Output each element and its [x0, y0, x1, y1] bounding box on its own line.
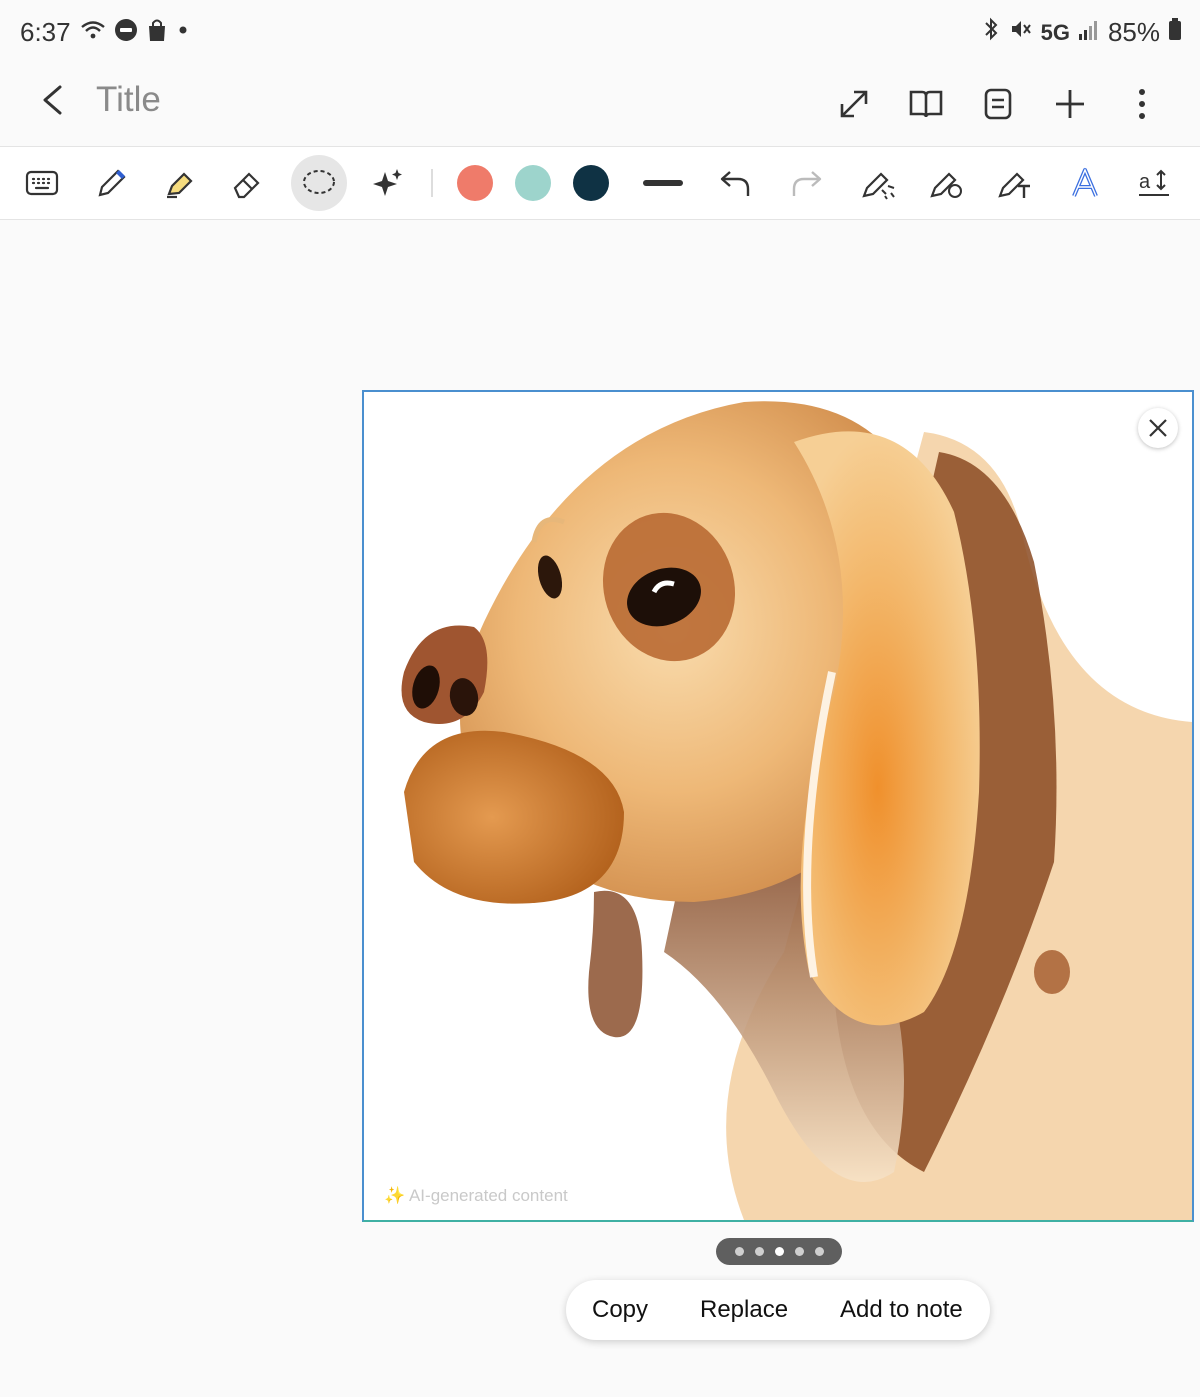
add-to-note-button[interactable]: Add to note [840, 1296, 963, 1324]
ai-sparkle-icon [373, 169, 402, 196]
wifi-icon [80, 19, 106, 46]
shape-pen-button[interactable] [851, 155, 907, 211]
highlighter-tool[interactable] [152, 155, 208, 211]
ai-watermark: ✨ AI-generated content [384, 1186, 568, 1206]
ai-sparkle-small-icon: ✨ [384, 1186, 406, 1205]
pager-dot[interactable] [754, 1247, 764, 1256]
pen-toolbar: a [0, 146, 1200, 220]
network-type: 5G [1040, 19, 1070, 45]
dot-icon [176, 23, 190, 42]
highlighter-icon [167, 172, 193, 199]
ai-assist-tool[interactable] [360, 155, 416, 211]
mute-icon [1009, 17, 1033, 48]
copy-button[interactable]: Copy [592, 1296, 648, 1324]
lasso-tool[interactable] [291, 155, 347, 211]
more-options-button[interactable] [1114, 76, 1170, 132]
keyboard-button[interactable] [14, 155, 70, 211]
pager-dot[interactable] [794, 1247, 804, 1256]
font-style-button[interactable] [1057, 155, 1113, 211]
text-pen-button[interactable] [987, 155, 1043, 211]
shape-pen-icon [862, 172, 895, 200]
eraser-icon [233, 172, 260, 199]
text-size-button[interactable]: a [1126, 155, 1182, 211]
back-arrow-icon [43, 85, 62, 115]
lasso-icon [303, 170, 335, 194]
redo-icon [792, 171, 822, 196]
color-swatch-navy[interactable] [573, 165, 609, 201]
back-button[interactable] [30, 80, 76, 126]
expand-button[interactable] [826, 76, 882, 132]
undo-button[interactable] [707, 155, 763, 211]
wear-icon [114, 18, 138, 47]
book-view-button[interactable] [898, 76, 954, 132]
line-width-icon [643, 180, 683, 186]
image-pager[interactable] [716, 1238, 842, 1265]
battery-percent: 85% [1107, 17, 1160, 47]
bluetooth-icon [981, 17, 1001, 48]
close-image-button[interactable] [1138, 408, 1178, 448]
text-size-icon: a [1139, 169, 1169, 196]
undo-icon [720, 171, 750, 196]
pager-dot-active[interactable] [774, 1247, 784, 1256]
add-button[interactable] [1042, 76, 1098, 132]
text-pen-icon [998, 172, 1030, 198]
ai-watermark-text: AI-generated content [408, 1186, 568, 1205]
svg-text:a: a [1139, 171, 1151, 193]
generated-image-frame[interactable]: ✨ AI-generated content [362, 390, 1194, 1222]
signal-icon [1078, 17, 1100, 48]
pager-dot[interactable] [814, 1247, 824, 1256]
eraser-tool[interactable] [220, 155, 276, 211]
toolbar-divider [431, 169, 433, 197]
color-swatch-mint[interactable] [515, 165, 551, 201]
battery-icon [1168, 17, 1182, 48]
pen-icon [98, 169, 126, 197]
status-bar: 6:37 5G 85% [0, 0, 1200, 66]
app-bar: Title [0, 66, 1200, 146]
style-pen-icon [930, 172, 962, 198]
line-width-button[interactable] [635, 155, 691, 211]
close-icon [1149, 419, 1167, 437]
more-vert-icon [1139, 89, 1145, 119]
keyboard-icon [25, 170, 59, 196]
color-swatch-coral[interactable] [457, 165, 493, 201]
replace-button[interactable]: Replace [700, 1296, 788, 1324]
dog-illustration [364, 392, 1192, 1220]
image-actions-bar: Copy Replace Add to note [566, 1280, 990, 1340]
pager-dot[interactable] [734, 1247, 744, 1256]
pen-tool[interactable] [84, 155, 140, 211]
book-icon [909, 90, 943, 118]
add-icon [1056, 90, 1084, 118]
page-icon [984, 88, 1012, 120]
page-button[interactable] [970, 76, 1026, 132]
style-pen-button[interactable] [919, 155, 975, 211]
note-title[interactable]: Title [96, 80, 161, 120]
font-a-icon [1072, 168, 1098, 197]
status-time: 6:37 [20, 17, 71, 47]
expand-icon [840, 90, 868, 118]
bag-icon [146, 18, 168, 47]
redo-button[interactable] [779, 155, 835, 211]
